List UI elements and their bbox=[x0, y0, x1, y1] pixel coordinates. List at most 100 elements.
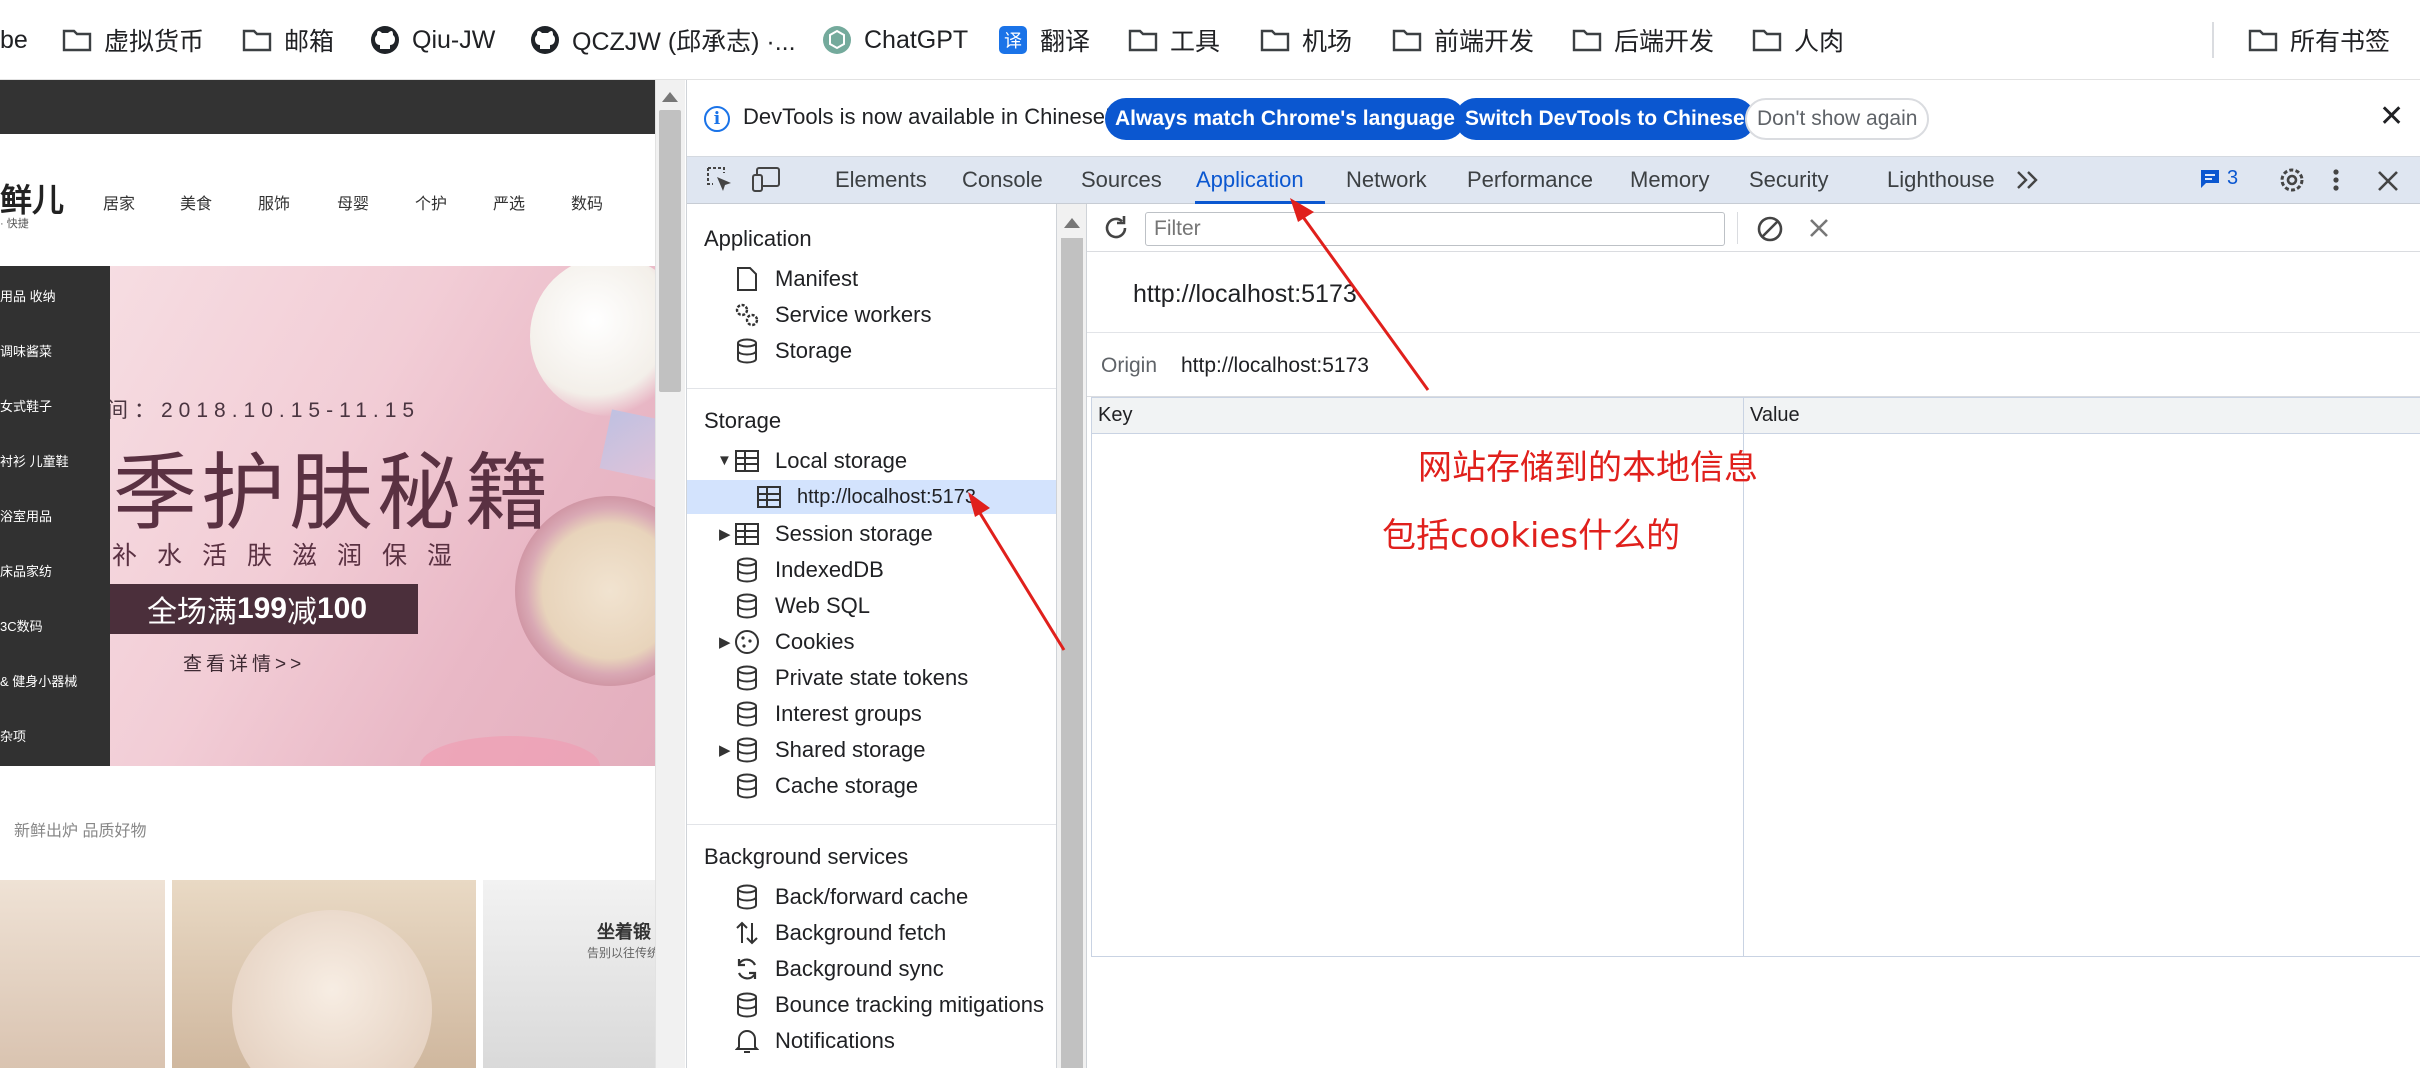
category-item[interactable]: 杂项 bbox=[0, 726, 26, 745]
inspect-element-icon[interactable] bbox=[705, 165, 735, 195]
collapsed-triangle-icon[interactable]: ▶ bbox=[719, 633, 731, 651]
clear-all-icon[interactable] bbox=[1755, 214, 1785, 244]
sidebar-item-bounce-tracking[interactable]: Bounce tracking mitigations bbox=[733, 988, 1044, 1022]
close-icon[interactable]: ✕ bbox=[2379, 102, 2404, 132]
tab-lighthouse[interactable]: Lighthouse bbox=[1887, 167, 1995, 193]
device-toolbar-icon[interactable] bbox=[751, 165, 783, 195]
product-card[interactable] bbox=[172, 880, 476, 1068]
sidebar-item-local-storage[interactable]: Local storage bbox=[733, 444, 907, 478]
category-item[interactable]: & 健身小器械 bbox=[0, 671, 77, 690]
sidebar-item-label: Notifications bbox=[775, 1028, 895, 1053]
site-nav-item[interactable]: 服饰 bbox=[258, 190, 290, 214]
folder-icon bbox=[1752, 29, 1782, 52]
product-title: 坐着锻 bbox=[597, 922, 651, 942]
site-top-bar bbox=[0, 80, 655, 134]
bookmark-folder[interactable]: 机场 bbox=[1260, 20, 1352, 60]
sidebar-item-storage[interactable]: Storage bbox=[733, 334, 852, 368]
category-item[interactable]: 用品 收纳 bbox=[0, 286, 56, 305]
category-item[interactable]: 衬衫 儿童鞋 bbox=[0, 451, 69, 470]
messages-badge[interactable]: 3 bbox=[2199, 167, 2238, 190]
sidebar-item-session-storage[interactable]: Session storage bbox=[733, 517, 933, 551]
dont-show-again-button[interactable]: Don't show again bbox=[1745, 98, 1930, 140]
column-header-key[interactable]: Key bbox=[1098, 404, 1132, 427]
more-options-icon[interactable] bbox=[2329, 165, 2343, 195]
sidebar-item-label: Interest groups bbox=[775, 701, 922, 726]
site-nav-item[interactable]: 美食 bbox=[180, 190, 212, 214]
sidebar-item-background-fetch[interactable]: Background fetch bbox=[733, 916, 946, 950]
filter-input[interactable] bbox=[1145, 212, 1725, 246]
refresh-icon[interactable] bbox=[1101, 213, 1131, 243]
match-language-button[interactable]: Always match Chrome's language bbox=[1105, 98, 1465, 140]
site-nav-item[interactable]: 个护 bbox=[415, 190, 447, 214]
annotation-note: 网站存储到的本地信息 bbox=[1418, 448, 1758, 488]
close-devtools-icon[interactable] bbox=[2374, 165, 2402, 195]
bookmark-folder[interactable]: 虚拟货币 bbox=[62, 20, 204, 60]
hero-banner[interactable]: 时间：2018.10.15-11.15 秋季护肤秘籍 深度补水活肤滋润保湿 全场… bbox=[110, 266, 655, 766]
site-nav-item[interactable]: 居家 bbox=[103, 190, 135, 214]
site-nav-item[interactable]: 严选 bbox=[493, 190, 525, 214]
bookmark-folder[interactable]: 邮箱 bbox=[242, 20, 334, 60]
bookmark-folder[interactable]: 后端开发 bbox=[1572, 20, 1714, 60]
site-nav-item[interactable]: 母婴 bbox=[337, 190, 369, 214]
bookmark-item[interactable]: 译 翻译 bbox=[998, 20, 1090, 60]
tab-network[interactable]: Network bbox=[1346, 167, 1427, 193]
delete-selected-icon[interactable] bbox=[1807, 216, 1831, 240]
expanded-triangle-icon[interactable]: ▼ bbox=[717, 452, 732, 469]
sidebar-item-interest-groups[interactable]: Interest groups bbox=[733, 697, 922, 731]
settings-gear-icon[interactable] bbox=[2277, 165, 2307, 195]
sidebar-item-local-storage-origin[interactable]: http://localhost:5173 bbox=[687, 480, 1056, 514]
scroll-up-arrow-icon[interactable] bbox=[1064, 218, 1080, 228]
category-item[interactable]: 浴室用品 bbox=[0, 506, 52, 525]
sidebar-item-service-workers[interactable]: Service workers bbox=[733, 298, 931, 332]
column-header-value[interactable]: Value bbox=[1750, 404, 1800, 427]
storage-toolbar bbox=[1087, 204, 2420, 252]
language-infobar: i DevTools is now available in Chinese! … bbox=[687, 80, 2420, 156]
sidebar-scrollbar-thumb[interactable] bbox=[1061, 238, 1083, 1068]
bookmark-item[interactable]: be bbox=[0, 20, 28, 60]
tab-elements[interactable]: Elements bbox=[835, 167, 927, 193]
sidebar-item-cookies[interactable]: Cookies bbox=[733, 625, 854, 659]
sidebar-item-manifest[interactable]: Manifest bbox=[733, 262, 858, 296]
category-item[interactable]: 调味酱菜 bbox=[0, 341, 52, 360]
tab-memory[interactable]: Memory bbox=[1630, 167, 1709, 193]
sidebar-item-back-forward-cache[interactable]: Back/forward cache bbox=[733, 880, 968, 914]
bookmark-item[interactable]: QCZJW (邱承志) ·... bbox=[530, 20, 796, 60]
sidebar-item-private-state-tokens[interactable]: Private state tokens bbox=[733, 661, 968, 695]
sidebar-item-indexeddb[interactable]: IndexedDB bbox=[733, 553, 884, 587]
database-icon bbox=[733, 883, 761, 911]
sidebar-item-background-sync[interactable]: Background sync bbox=[733, 952, 944, 986]
scroll-up-arrow-icon[interactable] bbox=[662, 92, 678, 102]
sidebar-item-shared-storage[interactable]: Shared storage bbox=[733, 733, 925, 767]
category-item[interactable]: 女式鞋子 bbox=[0, 396, 52, 415]
product-card[interactable] bbox=[0, 880, 165, 1068]
collapsed-triangle-icon[interactable]: ▶ bbox=[719, 525, 731, 543]
tab-application[interactable]: Application bbox=[1196, 167, 1304, 193]
more-tabs-icon[interactable] bbox=[2015, 169, 2041, 191]
sidebar-item-label: Session storage bbox=[775, 521, 933, 546]
page-scrollbar-thumb[interactable] bbox=[659, 110, 681, 392]
all-bookmarks-button[interactable]: 所有书签 bbox=[2248, 20, 2390, 60]
banner-more-link[interactable]: 查看详情>> bbox=[183, 649, 305, 676]
product-card[interactable]: 坐着锻 告别以往传统 bbox=[483, 880, 655, 1068]
bookmark-folder[interactable]: 人肉 bbox=[1752, 20, 1844, 60]
devtools-panel: i DevTools is now available in Chinese! … bbox=[686, 80, 2420, 1068]
tab-console[interactable]: Console bbox=[962, 167, 1043, 193]
bookmark-item[interactable]: ChatGPT bbox=[822, 20, 968, 60]
gears-icon bbox=[733, 301, 761, 329]
bookmark-item[interactable]: Qiu-JW bbox=[370, 20, 495, 60]
table-header: Key Value bbox=[1092, 398, 2420, 434]
sidebar-item-notifications[interactable]: Notifications bbox=[733, 1024, 895, 1058]
category-item[interactable]: 床品家纺 bbox=[0, 561, 52, 580]
site-logo-subtitle: · 快捷 bbox=[0, 218, 29, 230]
collapsed-triangle-icon[interactable]: ▶ bbox=[719, 741, 731, 759]
site-nav-item[interactable]: 数码 bbox=[571, 190, 603, 214]
category-item[interactable]: 3C数码 bbox=[0, 616, 43, 635]
sidebar-item-web-sql[interactable]: Web SQL bbox=[733, 589, 870, 623]
sidebar-item-cache-storage[interactable]: Cache storage bbox=[733, 769, 918, 803]
tab-sources[interactable]: Sources bbox=[1081, 167, 1162, 193]
switch-to-chinese-button[interactable]: Switch DevTools to Chinese bbox=[1455, 98, 1755, 140]
tab-performance[interactable]: Performance bbox=[1467, 167, 1593, 193]
tab-security[interactable]: Security bbox=[1749, 167, 1828, 193]
bookmark-folder[interactable]: 工具 bbox=[1128, 20, 1220, 60]
bookmark-folder[interactable]: 前端开发 bbox=[1392, 20, 1534, 60]
